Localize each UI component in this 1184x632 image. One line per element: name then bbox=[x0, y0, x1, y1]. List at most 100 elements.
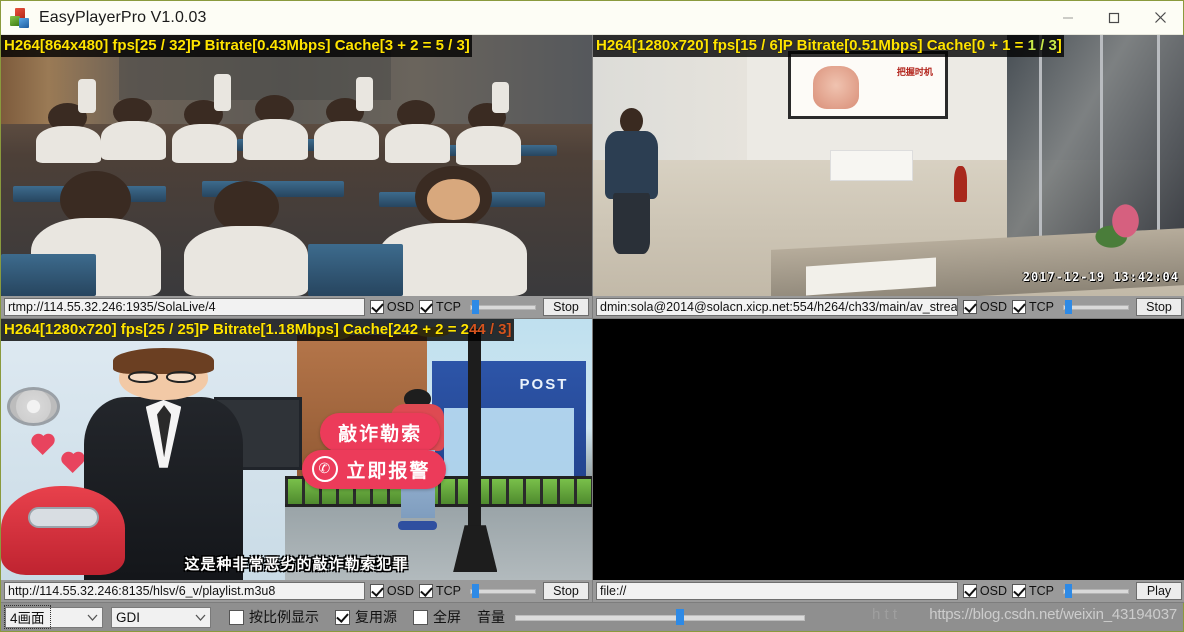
master-volume-slider[interactable] bbox=[515, 608, 805, 626]
osd-text-3: H264[1280x720] fps[25 / 25]P Bitrate[1.1… bbox=[1, 319, 514, 341]
window-controls bbox=[1045, 1, 1183, 35]
master-volume-label: 音量 bbox=[477, 609, 505, 625]
volume-knob-4[interactable] bbox=[1065, 584, 1072, 598]
reuse-source-checkbox-label: 复用源 bbox=[355, 609, 397, 625]
video-panel-3[interactable]: POST 敲诈勒索 ✆ 立即报警 这是种非常恶劣的敲诈勒索犯罪 H264[128… bbox=[1, 319, 593, 603]
reuse-source-checkbox[interactable]: 复用源 bbox=[335, 607, 397, 627]
osd-suffix-1: ] bbox=[464, 37, 470, 54]
video-panel-1[interactable]: H264[864x480] fps[25 / 32]P Bitrate[0.43… bbox=[1, 35, 593, 319]
video-subtitle-3: 这是种非常恶劣的敲诈勒索犯罪 bbox=[184, 555, 409, 573]
fullscreen-checkbox[interactable]: 全屏 bbox=[413, 607, 461, 627]
osd-checkbox-label-4: OSD bbox=[979, 584, 1007, 598]
url-input-4[interactable]: file:// bbox=[596, 582, 958, 600]
chevron-down-icon[interactable] bbox=[191, 608, 210, 627]
video-badge-callpolice-label-3: 立即报警 bbox=[346, 459, 431, 482]
maximize-icon[interactable] bbox=[1091, 1, 1137, 35]
panel-controls-3: http://114.55.32.246:8135/hlsv/6_v/playl… bbox=[1, 580, 592, 602]
reuse-source-checkbox-box[interactable] bbox=[335, 609, 350, 625]
video-grid: H264[864x480] fps[25 / 32]P Bitrate[0.43… bbox=[1, 35, 1184, 603]
render-select-value: GDI bbox=[116, 609, 141, 625]
master-volume-track bbox=[515, 615, 805, 621]
tcp-checkbox-box-3[interactable] bbox=[419, 584, 433, 598]
osd-suffix-2: ] bbox=[1056, 37, 1062, 54]
volume-knob-1[interactable] bbox=[472, 300, 479, 314]
tcp-checkbox-box-1[interactable] bbox=[419, 300, 433, 314]
tcp-checkbox-box-2[interactable] bbox=[1012, 300, 1026, 314]
video-badge-extortion-3: 敲诈勒索 bbox=[320, 412, 441, 452]
osd-prefix-1: H264[864x480] fps[25 / 32]P Bitrate[0.43… bbox=[4, 37, 436, 54]
osd-checkbox-box-4[interactable] bbox=[962, 584, 977, 598]
osd-checkbox-4[interactable]: OSD bbox=[962, 584, 1007, 598]
fullscreen-checkbox-label: 全屏 bbox=[433, 609, 461, 625]
video-sign-text-3: POST bbox=[519, 376, 569, 394]
tcp-checkbox-4[interactable]: TCP bbox=[1012, 584, 1054, 598]
osd-cache-value-3: 44 / 3] bbox=[468, 321, 512, 338]
video-panel-2[interactable]: 把握时机 2017-12-19 13:42:04 H264[1280x720] … bbox=[593, 35, 1184, 319]
video-surface-1[interactable]: H264[864x480] fps[25 / 32]P Bitrate[0.43… bbox=[1, 35, 592, 296]
layout-select[interactable]: 4画面 bbox=[4, 605, 103, 629]
panel-controls-1: rtmp://114.55.32.246:1935/SolaLive/4 OSD… bbox=[1, 296, 592, 318]
panel-controls-2: dmin:sola@2014@solacn.xicp.net:554/h264/… bbox=[593, 296, 1184, 318]
bottom-toolbar: 4画面 GDI 按比例显示 复用源 全屏 音量 h t t https://bl… bbox=[1, 603, 1183, 631]
tcp-checkbox-2[interactable]: TCP bbox=[1012, 300, 1054, 314]
title-bar: EasyPlayerPro V1.0.03 bbox=[1, 1, 1183, 35]
tcp-checkbox-label-3: TCP bbox=[436, 584, 461, 598]
volume-track-4 bbox=[1063, 589, 1129, 594]
phone-icon: ✆ bbox=[312, 456, 339, 482]
video-badge-callpolice-3: ✆ 立即报警 bbox=[302, 449, 447, 489]
volume-slider-2[interactable] bbox=[1063, 299, 1129, 315]
url-input-3[interactable]: http://114.55.32.246:8135/hlsv/6_v/playl… bbox=[4, 582, 365, 600]
osd-checkbox-label-1: OSD bbox=[386, 300, 414, 314]
video-panel-4[interactable]: file:// OSD TCP Play bbox=[593, 319, 1184, 603]
volume-track-2 bbox=[1063, 305, 1129, 310]
osd-checkbox-1[interactable]: OSD bbox=[369, 300, 414, 314]
osd-prefix-3: H264[1280x720] fps[25 / 25]P Bitrate[1.1… bbox=[4, 321, 469, 338]
volume-slider-1[interactable] bbox=[470, 299, 536, 315]
aspect-ratio-checkbox-label: 按比例显示 bbox=[249, 609, 319, 625]
video-surface-4[interactable] bbox=[593, 319, 1184, 580]
url-input-1[interactable]: rtmp://114.55.32.246:1935/SolaLive/4 bbox=[4, 298, 365, 316]
osd-checkbox-2[interactable]: OSD bbox=[962, 300, 1007, 314]
stop-button-1[interactable]: Stop bbox=[543, 298, 589, 316]
volume-slider-3[interactable] bbox=[470, 583, 536, 599]
minimize-icon[interactable] bbox=[1045, 1, 1091, 35]
watermark-ghost: h t t bbox=[871, 606, 897, 623]
osd-text-2: H264[1280x720] fps[15 / 6]P Bitrate[0.51… bbox=[593, 35, 1064, 57]
tcp-checkbox-1[interactable]: TCP bbox=[419, 300, 461, 314]
osd-cache-value-1: 5 / 3 bbox=[435, 37, 465, 54]
stop-button-3[interactable]: Stop bbox=[543, 582, 589, 600]
tcp-checkbox-label-4: TCP bbox=[1029, 584, 1054, 598]
tcp-checkbox-box-4[interactable] bbox=[1012, 584, 1026, 598]
video-surface-3[interactable]: POST 敲诈勒索 ✆ 立即报警 这是种非常恶劣的敲诈勒索犯罪 H264[128… bbox=[1, 319, 592, 580]
osd-checkbox-label-3: OSD bbox=[386, 584, 414, 598]
close-icon[interactable] bbox=[1137, 1, 1183, 35]
osd-checkbox-box-3[interactable] bbox=[369, 584, 384, 598]
chevron-down-icon[interactable] bbox=[83, 608, 102, 627]
tcp-checkbox-3[interactable]: TCP bbox=[419, 584, 461, 598]
volume-track-3 bbox=[470, 589, 536, 594]
aspect-ratio-checkbox[interactable]: 按比例显示 bbox=[229, 607, 319, 627]
tcp-checkbox-label-1: TCP bbox=[436, 300, 461, 314]
osd-checkbox-box-1[interactable] bbox=[369, 300, 384, 314]
video-surface-2[interactable]: 把握时机 2017-12-19 13:42:04 H264[1280x720] … bbox=[593, 35, 1184, 296]
volume-knob-2[interactable] bbox=[1065, 300, 1072, 314]
osd-checkbox-3[interactable]: OSD bbox=[369, 584, 414, 598]
master-volume-knob[interactable] bbox=[675, 609, 684, 625]
volume-track-1 bbox=[470, 305, 536, 310]
camera-timestamp-2: 2017-12-19 13:42:04 bbox=[1022, 270, 1179, 284]
fullscreen-checkbox-box[interactable] bbox=[413, 609, 428, 625]
osd-text-1: H264[864x480] fps[25 / 32]P Bitrate[0.43… bbox=[1, 35, 472, 57]
app-window: EasyPlayerPro V1.0.03 H264[864x480] fps[… bbox=[0, 0, 1184, 632]
osd-checkbox-box-2[interactable] bbox=[962, 300, 977, 314]
osd-checkbox-label-2: OSD bbox=[979, 300, 1007, 314]
aspect-ratio-checkbox-box[interactable] bbox=[229, 609, 244, 625]
volume-knob-3[interactable] bbox=[472, 584, 479, 598]
window-title: EasyPlayerPro V1.0.03 bbox=[39, 8, 207, 26]
panel-controls-4: file:// OSD TCP Play bbox=[593, 580, 1184, 602]
osd-prefix-2: H264[1280x720] fps[15 / 6]P Bitrate[0.51… bbox=[596, 37, 1028, 54]
volume-slider-4[interactable] bbox=[1063, 583, 1129, 599]
render-select[interactable]: GDI bbox=[111, 606, 211, 628]
stop-button-2[interactable]: Stop bbox=[1136, 298, 1182, 316]
play-button-4[interactable]: Play bbox=[1136, 582, 1182, 600]
url-input-2[interactable]: dmin:sola@2014@solacn.xicp.net:554/h264/… bbox=[596, 298, 958, 316]
